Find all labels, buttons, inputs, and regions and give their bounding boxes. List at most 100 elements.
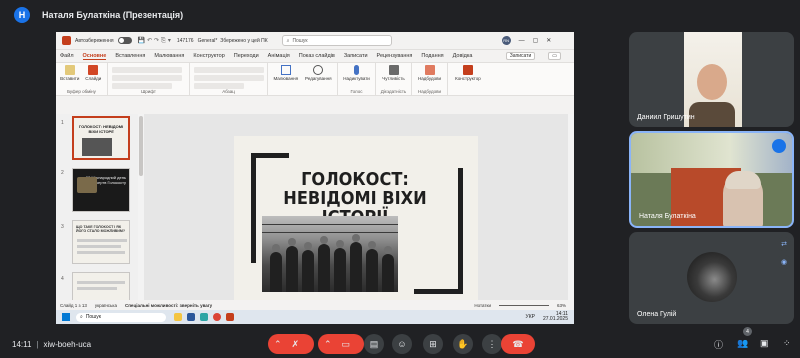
camera-control[interactable]: ⌃ ▭ xyxy=(318,334,364,354)
record-button[interactable]: Записати xyxy=(505,52,536,60)
ppt-search-box[interactable]: ⌕ Пошук xyxy=(281,35,392,46)
taskbar-date: 27.01.2025 xyxy=(542,316,568,322)
tab-record[interactable]: Записати xyxy=(344,53,368,59)
ppt-status-bar: Слайд 1 з 13 українська Спеціальні можли… xyxy=(56,300,574,310)
participant-tile[interactable]: Даниил Гришутин xyxy=(629,32,794,127)
leave-call-button[interactable]: ☎ xyxy=(501,334,535,354)
current-slide[interactable]: ГОЛОКОСТ: НЕВІДОМІ ВІХИ ІСТОРІЇ xyxy=(234,136,478,314)
emoji-icon: ☺ xyxy=(397,339,407,349)
designer-icon xyxy=(463,65,473,75)
chevron-up-icon[interactable]: ⌃ xyxy=(324,339,332,350)
present-button[interactable]: ⊞ xyxy=(423,334,443,354)
quick-access-icons[interactable]: 💾↶↷⎘▾ xyxy=(138,37,173,45)
tab-review[interactable]: Рецензування xyxy=(377,53,413,59)
tab-home[interactable]: Основне xyxy=(82,53,107,60)
language-status[interactable]: українська xyxy=(95,303,117,308)
child-figure xyxy=(350,234,362,292)
clipboard-group: Вставити Слайди Буфер обміну xyxy=(56,63,108,95)
sensitivity-icon xyxy=(388,65,399,75)
child-figure xyxy=(382,246,394,292)
participant-name: Наталя Булаткіна xyxy=(639,213,696,220)
powerpoint-taskbar-icon[interactable] xyxy=(226,313,234,321)
chevron-up-icon[interactable]: ⌃ xyxy=(274,339,282,350)
child-figure xyxy=(286,238,298,292)
frame-bracket xyxy=(458,168,463,294)
mic-off-icon[interactable]: ✗ xyxy=(292,339,300,350)
slide-scrollbar[interactable] xyxy=(568,114,574,300)
taskbar-apps xyxy=(174,313,234,321)
text-line xyxy=(77,245,121,248)
slide-thumbnail[interactable]: ЩО ТАКЕ ГОЛОКОСТ І ЯК ЙОГО СТАЛО МОЖЛИВИ… xyxy=(72,220,130,264)
slide-thumbnail[interactable]: 27 Міжнародний день пам'яті жертв Голоко… xyxy=(72,168,130,212)
drawing-button[interactable]: Малювання xyxy=(272,65,300,95)
input-language[interactable]: УКР xyxy=(526,314,535,320)
window-controls[interactable]: —▢✕ xyxy=(519,37,560,44)
info-icon[interactable]: ⓘ xyxy=(714,338,723,351)
more-tiles-icon[interactable]: ⇄ xyxy=(777,237,791,251)
zoom-level[interactable]: 63% xyxy=(557,303,566,308)
reactions-button[interactable]: ☺ xyxy=(392,334,412,354)
captions-button[interactable]: ▤ xyxy=(364,334,384,354)
clipboard-group-label: Буфер обміну xyxy=(67,89,96,94)
chrome-icon[interactable] xyxy=(213,313,221,321)
text-line xyxy=(77,281,125,284)
notes-button[interactable]: Нотатки xyxy=(474,303,491,308)
sensitivity-label[interactable]: General* xyxy=(198,38,218,44)
taskbar-clock[interactable]: 14:11 27.01.2025 xyxy=(543,312,568,322)
participant-tile-active[interactable]: Наталя Булаткіна xyxy=(629,131,794,228)
frame-bracket xyxy=(251,153,289,158)
save-status: Збережено у цей ПК xyxy=(220,37,268,44)
folder-icon[interactable] xyxy=(174,313,182,321)
zoom-slider[interactable] xyxy=(498,304,549,306)
activities-icon[interactable]: ⁘ xyxy=(783,338,791,349)
tab-draw[interactable]: Малювання xyxy=(154,53,184,59)
edge-icon[interactable] xyxy=(200,313,208,321)
more-options-button[interactable]: ⋮ xyxy=(482,334,502,354)
thumbnail-scrollbar[interactable] xyxy=(138,114,144,300)
drawing-group: Малювання Редагування xyxy=(268,63,338,95)
mic-control[interactable]: ⌃ ✗ xyxy=(268,334,314,354)
find-icon xyxy=(313,65,324,75)
camera-off-icon[interactable]: ▭ xyxy=(342,339,351,350)
chat-icon[interactable]: ▣ xyxy=(760,338,769,349)
child-figure xyxy=(318,236,330,292)
font-group: Шрифт xyxy=(108,63,190,95)
tab-insert[interactable]: Вставлення xyxy=(115,53,145,59)
accessibility-status[interactable]: Спеціальні можливості: зверніть увагу xyxy=(125,303,212,308)
participant-face xyxy=(697,64,727,100)
frame-bracket xyxy=(414,289,463,294)
tab-slideshow[interactable]: Показ слайдів xyxy=(299,53,335,59)
word-icon[interactable] xyxy=(187,313,195,321)
autosave-toggle[interactable] xyxy=(117,37,132,44)
document-name: 147176 xyxy=(176,37,194,44)
windows-start-icon[interactable] xyxy=(62,313,70,321)
present-icon: ⊞ xyxy=(429,338,437,349)
meeting-clock: 14:11 xyxy=(12,339,32,349)
slides-label: Слайди xyxy=(85,76,102,81)
classroom-wall xyxy=(631,133,792,173)
participant-name: Даниил Гришутин xyxy=(637,114,695,121)
tab-design[interactable]: Конструктор xyxy=(193,53,224,59)
barbed-wire xyxy=(262,224,398,225)
tab-transitions[interactable]: Переходи xyxy=(234,53,259,59)
share-button[interactable]: ▭ xyxy=(548,52,561,60)
thumb-photo xyxy=(82,138,112,156)
tab-animations[interactable]: Анімація xyxy=(268,53,290,59)
slide-thumbnail[interactable]: ГОЛОКОСТ: НЕВІДОМІ ВІХИ ІСТОРІЇ xyxy=(72,116,130,160)
editing-button[interactable]: Редагування xyxy=(304,65,333,95)
designer-button[interactable]: Конструктор xyxy=(452,65,484,95)
raise-hand-button[interactable]: ✋ xyxy=(453,334,473,354)
tab-help[interactable]: Довідка xyxy=(453,53,473,59)
thumb-number: 3 xyxy=(61,224,64,230)
people-icon[interactable]: 👥 xyxy=(737,338,748,349)
tab-view[interactable]: Подання xyxy=(421,53,443,59)
user-avatar[interactable]: RN xyxy=(501,36,511,45)
participant-avatar xyxy=(687,252,737,302)
sensitivity-ribbon-label: Чутливість xyxy=(382,76,405,81)
text-line xyxy=(77,239,127,242)
text-line xyxy=(77,251,125,254)
tab-file[interactable]: Файл xyxy=(60,53,74,59)
taskbar-search[interactable]: ⌕ Пошук xyxy=(76,312,166,322)
participant-tile[interactable]: 🎙̸ Олена Гулій xyxy=(629,232,794,324)
pin-icon[interactable]: ◉ xyxy=(777,255,791,269)
